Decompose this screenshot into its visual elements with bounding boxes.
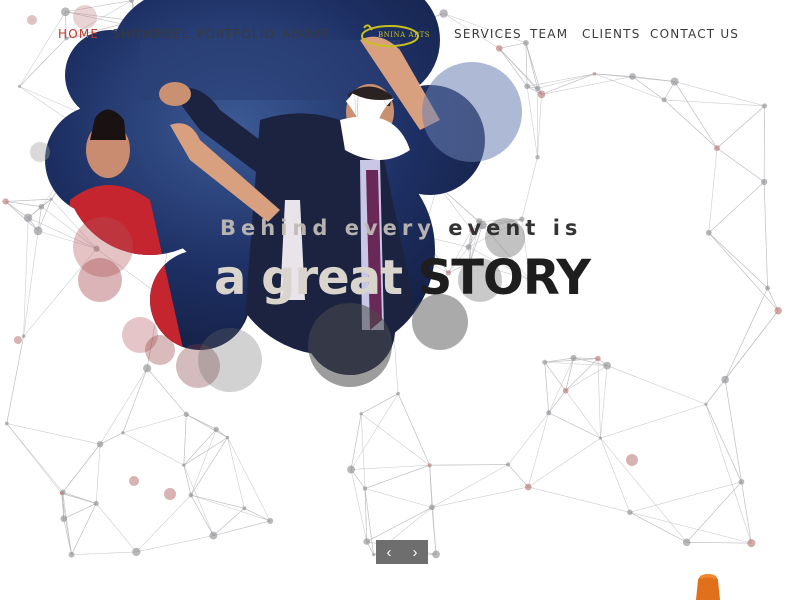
nav-home[interactable]: HOME bbox=[58, 27, 99, 41]
bottle-image bbox=[696, 574, 720, 600]
chevron-right-icon[interactable]: › bbox=[402, 540, 428, 564]
nav-clients[interactable]: CLIENTS bbox=[582, 27, 641, 41]
nav-services[interactable]: SERVICES bbox=[454, 27, 522, 41]
chevron-left-icon[interactable]: ‹ bbox=[376, 540, 402, 564]
hero-subtitle-light: Behind every bbox=[220, 216, 449, 240]
hero-title: a great STORY bbox=[214, 250, 591, 306]
hero-title-dark: STORY bbox=[417, 250, 591, 306]
nav-about[interactable]: ABOUT bbox=[282, 27, 330, 41]
logo-text: BNINA ARTS bbox=[378, 31, 431, 39]
hero-title-light: a great bbox=[214, 250, 418, 306]
hero-subtitle-dark: event is bbox=[448, 216, 583, 240]
nav-team[interactable]: TEAM bbox=[530, 27, 568, 41]
nav-portfolio[interactable]: PORTFOLIO bbox=[197, 27, 275, 41]
nav-contact[interactable]: CONTACT US bbox=[650, 27, 739, 41]
slider-controls: ‹ › bbox=[376, 540, 428, 564]
nav-showreel[interactable]: SHOWREEL bbox=[112, 27, 190, 41]
hero-subtitle: Behind every event is bbox=[220, 216, 582, 240]
